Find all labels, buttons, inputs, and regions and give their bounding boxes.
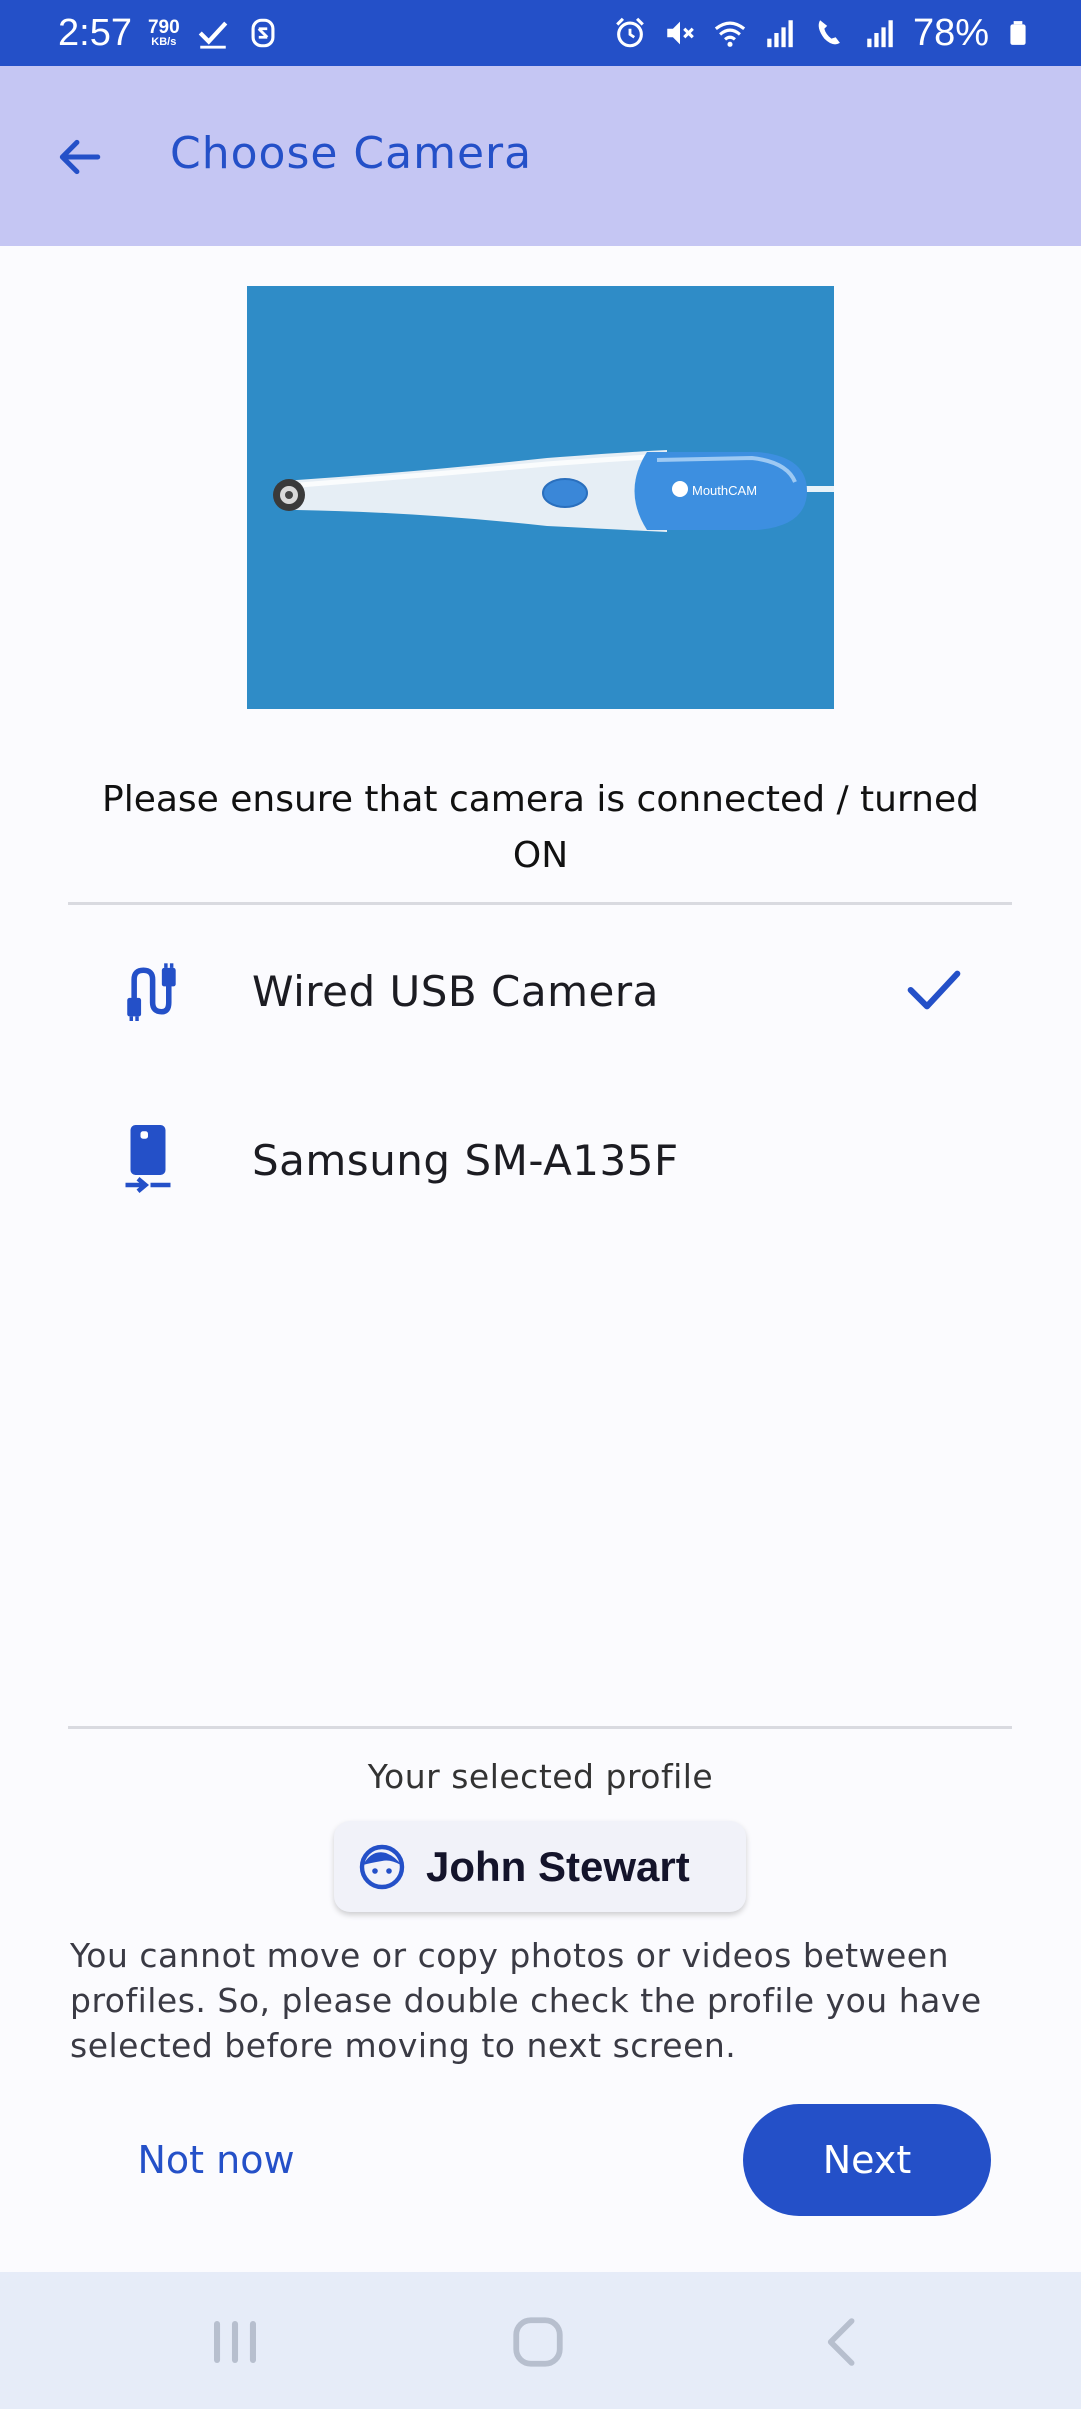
network-speed-unit: KB/s	[151, 36, 177, 48]
network-speed-value: 790	[147, 17, 180, 38]
recents-icon	[214, 2321, 256, 2363]
profile-caption: Your selected profile	[367, 1757, 714, 1796]
next-button[interactable]: Next	[743, 2104, 991, 2216]
network-speed: 790 KB/s	[148, 18, 180, 48]
camera-product-image: MouthCAM	[247, 286, 834, 709]
s-icon	[251, 18, 275, 48]
back-nav-button[interactable]	[800, 2310, 880, 2374]
profile-name: John Stewart	[426, 1842, 690, 1890]
status-left: 2:57 790 KB/s	[58, 12, 280, 55]
app-bar: Choose Camera	[0, 66, 1081, 246]
status-bar: 2:57 790 KB/s 78%	[0, 0, 1081, 66]
battery-percent: 78%	[912, 11, 989, 54]
profile-chip[interactable]: John Stewart	[334, 1821, 746, 1912]
brand-logo-text: MouthCAM	[692, 483, 757, 498]
camera-option-label: Wired USB Camera	[252, 966, 659, 1016]
divider	[68, 1726, 1012, 1729]
system-nav-bar	[0, 2272, 1081, 2409]
camera-option-label: Samsung SM-A135F	[252, 1135, 679, 1185]
page-title: Choose Camera	[170, 128, 533, 179]
check-icon	[198, 21, 227, 49]
alarm-icon	[616, 17, 644, 48]
usb-cable-icon	[127, 963, 176, 1021]
status-right: 78%	[613, 12, 1031, 55]
screen: 2:57 790 KB/s 78% Choose Camera MouthCAM…	[0, 0, 1081, 2409]
face-icon	[359, 1844, 405, 1889]
camera-option-wired-usb[interactable]: Wired USB Camera	[68, 916, 1012, 1066]
arrow-left-icon	[59, 139, 101, 175]
mute-icon	[667, 21, 694, 45]
chevron-left-icon	[827, 2318, 855, 2366]
recents-button[interactable]	[195, 2310, 275, 2374]
phone-camera-icon	[125, 1125, 171, 1193]
volte-icon	[818, 20, 840, 45]
divider	[68, 902, 1012, 905]
status-time: 2:57	[58, 11, 132, 54]
connection-instruction: Please ensure that camera is connected /…	[102, 779, 979, 876]
profile-warning: You cannot move or copy photos or videos…	[70, 1936, 982, 2065]
battery-icon	[1010, 21, 1026, 45]
back-button[interactable]	[46, 124, 112, 190]
camera-option-samsung[interactable]: Samsung SM-A135F	[68, 1085, 1012, 1235]
not-now-button[interactable]: Not now	[118, 2104, 314, 2216]
home-button[interactable]	[498, 2310, 578, 2374]
intraoral-camera-illustration: MouthCAM	[247, 286, 834, 709]
check-icon	[907, 970, 961, 1010]
wifi-icon	[714, 21, 746, 47]
signal-icon	[867, 20, 893, 48]
home-icon	[513, 2317, 563, 2367]
signal-icon	[767, 20, 793, 48]
